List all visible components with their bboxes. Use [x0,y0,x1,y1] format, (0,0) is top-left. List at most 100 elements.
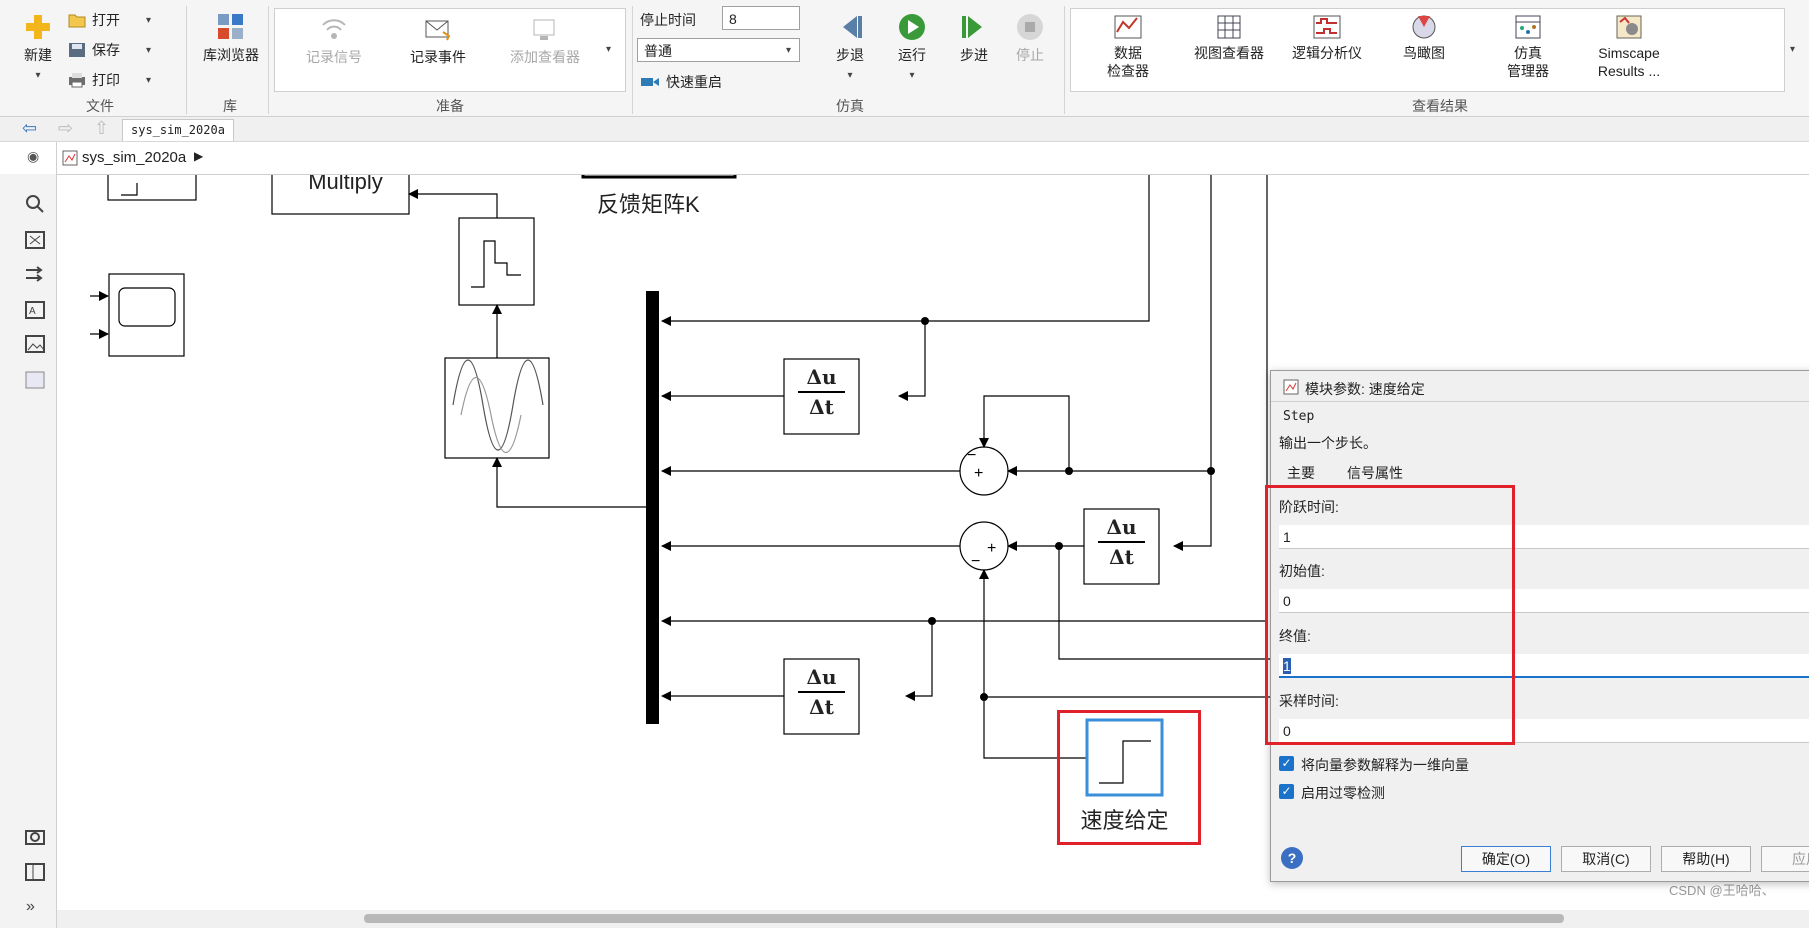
data-inspector-icon [1114,15,1142,39]
simulation-mode-select[interactable]: 普通 ▾ [637,38,800,62]
data-inspector-line2: 检查器 [1107,63,1149,79]
simscape-results-line2: Results ... [1597,63,1661,79]
model-browser-icon[interactable] [24,862,46,882]
file-group-label: 文件 [86,98,114,114]
print-button[interactable]: 打印 ▾ [68,70,151,90]
chevron-down-icon[interactable]: ▾ [146,15,151,26]
printer-icon [69,73,85,88]
stop-time-input[interactable]: 8 [722,6,800,30]
log-signal-button[interactable]: 记录信号 [294,16,374,66]
derivative-denominator: Δt [809,395,834,419]
log-event-label: 记录事件 [410,49,466,65]
log-event-button[interactable]: 记录事件 [398,16,478,66]
save-icon [69,43,85,57]
run-button[interactable]: 运行 ▾ [890,12,934,85]
library-browser-button[interactable]: 库浏览器 [196,12,266,64]
step-back-icon [843,16,862,38]
horizontal-scrollbar[interactable] [57,910,1809,928]
model-icon [1283,379,1299,395]
stop-button[interactable]: 停止 [1008,12,1052,64]
camera-icon[interactable] [24,826,46,846]
block-parameters-dialog: 模块参数: 速度给定 Step 输出一个步长。 主要 信号属性 阶跃时间: 1 … [1265,370,1809,882]
model-tab[interactable]: sys_sim_2020a [122,119,234,141]
derivative-block-3[interactable]: Δu Δt [784,663,859,721]
help-button[interactable]: 帮助(H) [1661,846,1751,872]
chevron-down-icon: ▾ [785,45,791,56]
canvas-palette: A » [0,174,57,928]
forward-arrow-icon[interactable]: ⇨ [58,118,73,139]
sim-manager-icon [1515,15,1541,39]
area-icon[interactable] [24,370,46,390]
simscape-results-icon [1616,15,1642,39]
multiply-block-label[interactable]: Multiply [282,175,409,195]
birds-eye-button[interactable]: 鸟瞰图 [1386,14,1462,62]
step-block-highlight [1057,710,1201,845]
simscape-results-button[interactable]: Simscape Results ... [1584,14,1674,80]
back-arrow-icon[interactable]: ⇦ [22,118,37,139]
toolstrip: 新建 ▾ 打开 ▾ 保存 ▾ 打印 ▾ 文件 库浏览器 库 记录信号 记录事件 [0,0,1809,117]
open-button[interactable]: 打开 ▾ [68,10,151,30]
chevron-down-icon[interactable]: ▾ [847,70,852,81]
view-viewer-label: 视图查看器 [1194,45,1264,61]
logic-analyzer-icon [1313,15,1341,39]
new-button[interactable]: 新建 ▾ [18,12,58,85]
grid-viewer-icon [1217,15,1241,39]
fit-to-view-icon[interactable] [24,230,46,250]
watermark: CSDN @王哈哈、 [1669,883,1775,898]
separator [186,6,187,114]
sim-manager-line1: 仿真 [1514,45,1542,61]
image-icon[interactable] [24,334,46,354]
view-viewer-button[interactable]: 视图查看器 [1186,14,1272,62]
chevron-down-icon[interactable]: ▾ [146,75,151,86]
chevron-down-icon[interactable]: ▾ [35,70,40,81]
derivative-block-2[interactable]: Δu Δt [1084,513,1159,571]
ok-button[interactable]: 确定(O) [1461,846,1551,872]
chevron-down-icon[interactable]: ▾ [146,45,151,56]
log-signal-label: 记录信号 [306,49,362,65]
breadcrumb-model[interactable]: sys_sim_2020a [82,149,186,166]
add-viewer-button[interactable]: 添加查看器 [500,16,590,66]
breadcrumb-chevron-icon[interactable]: ▶ [194,149,203,163]
fast-restart-label: 快速重启 [666,74,722,90]
derivative-numerator: Δu [798,663,845,693]
stop-icon [1017,14,1043,40]
hide-explorer-icon[interactable]: ◉ [27,148,39,165]
sim-manager-button[interactable]: 仿真 管理器 [1490,14,1566,80]
scrollbar-thumb[interactable] [364,914,1564,923]
birds-eye-label: 鸟瞰图 [1403,45,1445,61]
prepare-expand-icon[interactable]: ▾ [606,44,611,55]
logic-analyzer-button[interactable]: 逻辑分析仪 [1284,14,1370,62]
zero-crossing-checkbox[interactable]: ✓ [1279,784,1294,799]
review-group-label: 查看结果 [1412,98,1468,114]
derivative-block-1[interactable]: Δu Δt [784,363,859,421]
zoom-icon[interactable] [24,194,46,214]
data-inspector-line1: 数据 [1114,45,1142,61]
data-inspector-button[interactable]: 数据 检查器 [1090,14,1166,80]
logic-analyzer-label: 逻辑分析仪 [1292,45,1362,61]
step-forward-button[interactable]: 步进 [952,12,996,64]
vector-params-checkbox[interactable]: ✓ [1279,756,1294,771]
fast-restart-icon [641,78,659,86]
save-button[interactable]: 保存 ▾ [68,40,151,60]
expand-palette-icon[interactable]: » [26,898,35,916]
library-browser-label: 库浏览器 [203,47,259,63]
chevron-down-icon[interactable]: ▾ [909,70,914,81]
step-forward-icon [962,16,982,38]
new-label: 新建 [24,47,52,63]
annotation-icon[interactable]: A [24,300,46,320]
svg-text:A: A [29,306,36,317]
prepare-group-label: 准备 [436,98,464,114]
tab-main[interactable]: 主要 [1281,463,1321,483]
cancel-button[interactable]: 取消(C) [1561,846,1651,872]
apply-button[interactable]: 应用 [1761,846,1809,872]
broadcast-icon [322,19,346,39]
tab-signal-attributes[interactable]: 信号属性 [1341,463,1409,483]
stop-label: 停止 [1016,47,1044,63]
up-arrow-icon[interactable]: ⇧ [94,118,109,139]
arrows-icon[interactable] [24,264,46,284]
step-back-button[interactable]: 步退 ▾ [828,12,872,85]
help-icon[interactable]: ? [1281,847,1303,869]
review-expand-icon[interactable]: ▾ [1790,44,1795,55]
sim-manager-line2: 管理器 [1507,63,1549,79]
fast-restart-button[interactable]: 快速重启 [640,72,722,92]
